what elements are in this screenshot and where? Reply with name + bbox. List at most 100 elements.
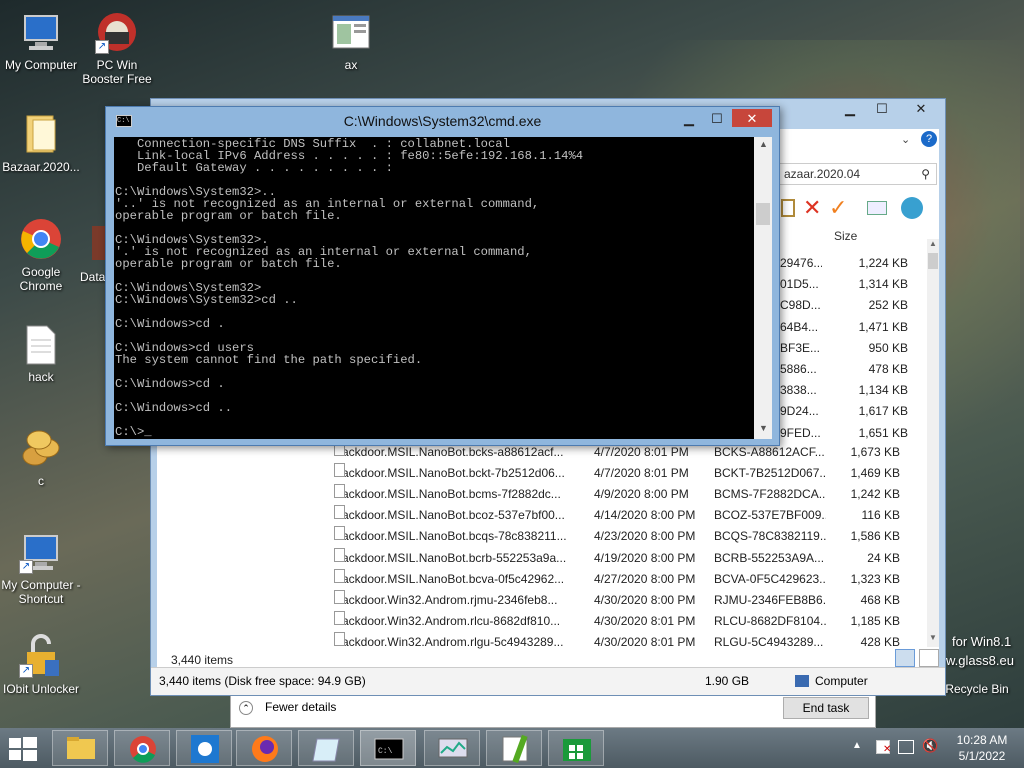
desktop-icon-bazaar[interactable]: Bazaar.2020...: [0, 112, 82, 174]
desktop-icon-iobit-unlocker[interactable]: ↗ IObit Unlocker: [0, 634, 82, 696]
desktop-icon-pc-win-booster[interactable]: ↗ PC Win Booster Free: [76, 10, 158, 86]
cell-size: 1,134 KB: [858, 383, 908, 398]
cell-type: BCQS-78C8382119...: [714, 529, 826, 544]
desktop-icon-label: c: [38, 474, 44, 488]
taskbar-chrome[interactable]: [114, 730, 170, 766]
desktop-watermark: for Win8.1 w.glass8.eu: [936, 632, 1024, 670]
cell-date: 4/30/2020 8:00 PM: [594, 592, 696, 607]
table-row[interactable]: Backdoor.MSIL.NanoBot.bckt-7b2512d06... 4…: [334, 463, 934, 484]
desktop-icon-recycle-bin[interactable]: Recycle Bin: [936, 682, 1018, 696]
help-icon[interactable]: ?: [921, 131, 937, 147]
cmd-minimize-button[interactable]: ▁: [676, 109, 702, 129]
desktop-icon-label: Bazaar.2020...: [2, 160, 80, 174]
desktop-icon-ax[interactable]: ax: [310, 10, 392, 72]
desktop-icon-hack[interactable]: hack: [0, 322, 82, 384]
table-row[interactable]: Backdoor.MSIL.NanoBot.bcva-0f5c42962... 4…: [334, 568, 934, 590]
cmd-output-line: C:\Windows\System32>cd ..: [115, 293, 298, 307]
cell-date: 4/9/2020 8:00 PM: [594, 487, 689, 502]
cmd-output-line: operable program or batch file.: [115, 257, 342, 271]
cell-size: 1,586 KB: [850, 529, 900, 544]
cmd-maximize-button[interactable]: ☐: [704, 109, 730, 129]
tray-time[interactable]: 10:28 AM: [952, 733, 1012, 747]
document-window-icon: [329, 10, 373, 54]
taskbar-weather[interactable]: [176, 730, 232, 766]
check-icon[interactable]: ✓: [829, 195, 847, 221]
sun-icon: [191, 735, 219, 763]
computer-icon: [19, 10, 63, 54]
monitor-chart-icon: [438, 738, 468, 758]
file-icon: [334, 631, 345, 646]
taskbar-notes[interactable]: [298, 730, 354, 766]
text-file-icon: [19, 322, 63, 366]
notes-icon: [312, 738, 340, 762]
search-box[interactable]: azaar.2020.04 ⚲: [777, 163, 937, 185]
desktop-icon-my-computer-shortcut[interactable]: ↗ My Computer - Shortcut: [0, 530, 82, 606]
item-count: 3,440 items: [171, 653, 234, 667]
scroll-down-icon[interactable]: ▼: [759, 423, 768, 433]
taskbar-task-manager[interactable]: [424, 730, 480, 766]
cell-size: 1,323 KB: [850, 571, 900, 586]
taskbar-store[interactable]: [548, 730, 604, 766]
action-center-flag-icon[interactable]: ✕: [876, 740, 891, 755]
chevron-up-icon[interactable]: ⌃: [239, 701, 253, 715]
table-row[interactable]: Backdoor.MSIL.NanoBot.bcqs-78c838211... 4…: [334, 526, 934, 547]
desktop-icon-chrome[interactable]: Google Chrome: [0, 217, 82, 293]
cell-date: 4/27/2020 8:00 PM: [594, 571, 696, 586]
start-button[interactable]: [8, 736, 38, 762]
cmd-output-line: operable program or batch file.: [115, 209, 342, 223]
desktop-icon-label: Recycle Bin: [945, 682, 1009, 696]
file-icon: [334, 484, 345, 499]
cmd-scrollbar[interactable]: ▲ ▼: [754, 137, 772, 439]
end-task-button[interactable]: End task: [783, 697, 869, 719]
cell-size: 1,224 KB: [858, 256, 908, 270]
cell-type: BCKT-7B2512D067...: [714, 466, 826, 481]
table-row[interactable]: Backdoor.Win32.Androm.rlcu-8682df810... 4…: [334, 610, 934, 632]
taskbar-firefox[interactable]: [236, 730, 292, 766]
clipboard-icon[interactable]: [781, 199, 795, 217]
cell-type: RJMU-2346FEB8B6...: [714, 592, 826, 607]
fewer-details-link[interactable]: Fewer details: [265, 700, 336, 714]
watermark-line1: for Win8.1: [952, 634, 1012, 649]
cell-size: 252 KB: [868, 298, 908, 313]
scroll-up-icon[interactable]: ▲: [929, 239, 937, 248]
cell-size: 468 KB: [860, 592, 900, 607]
cell-size: 24 KB: [867, 550, 900, 565]
column-header-size[interactable]: Size: [834, 229, 857, 243]
folder-icon: [67, 737, 95, 759]
status-bar: 3,440 items (Disk free space: 94.9 GB) 1…: [151, 667, 945, 695]
cmd-scrollbar-thumb[interactable]: [756, 203, 770, 225]
table-row[interactable]: Backdoor.MSIL.NanoBot.bcms-7f2882dc... 4/…: [334, 484, 934, 505]
delete-icon[interactable]: ✕: [803, 195, 821, 221]
close-button[interactable]: ✕: [901, 99, 941, 119]
volume-muted-icon[interactable]: 🔇: [922, 738, 938, 754]
explorer-toolbar: ✕ ✓: [777, 195, 937, 221]
desktop-icon-label: Google Chrome: [19, 265, 63, 293]
scrollbar-thumb[interactable]: [928, 253, 938, 269]
table-row[interactable]: Backdoor.Win32.Androm.rjmu-2346feb8... 4/…: [334, 589, 934, 611]
desktop-icon-c[interactable]: c: [0, 426, 82, 488]
maximize-button[interactable]: ☐: [869, 99, 895, 119]
cmd-console-output[interactable]: Connection-specific DNS Suffix . : colla…: [114, 137, 754, 439]
cell-size: 116 KB: [861, 508, 900, 523]
scroll-up-icon[interactable]: ▲: [759, 139, 768, 149]
cmd-icon: C:\: [374, 738, 404, 760]
card-icon[interactable]: [867, 201, 887, 215]
cmd-close-button[interactable]: ✕: [732, 109, 772, 127]
minimize-button[interactable]: ▁: [837, 99, 863, 119]
taskbar-notepadpp[interactable]: [486, 730, 542, 766]
cell-type: 3838...: [780, 383, 817, 398]
table-row[interactable]: Backdoor.Win32.Androm.rlgu-5c4943289... 4…: [334, 631, 934, 653]
taskbar-cmd[interactable]: C:\: [360, 730, 416, 766]
table-row[interactable]: Backdoor.MSIL.NanoBot.bcrb-552253a9a... 4…: [334, 547, 934, 569]
network-icon[interactable]: [898, 740, 914, 754]
table-row[interactable]: Backdoor.MSIL.NanoBot.bcoz-537e7bf00... 4…: [334, 505, 934, 526]
cell-name: Backdoor.Win32.Androm.rlcu-8682df810...: [334, 613, 561, 628]
tray-date[interactable]: 5/1/2022: [952, 749, 1012, 763]
tray-chevron-up-icon[interactable]: ▲: [852, 740, 862, 751]
cell-name: Backdoor.Win32.Androm.rlgu-5c4943289...: [334, 634, 564, 649]
desktop-icon-my-computer[interactable]: My Computer: [0, 10, 82, 72]
file-icon: [334, 610, 345, 625]
globe-icon[interactable]: [901, 197, 923, 219]
chevron-down-icon[interactable]: ⌄: [901, 133, 910, 146]
taskbar-explorer[interactable]: [52, 730, 108, 766]
